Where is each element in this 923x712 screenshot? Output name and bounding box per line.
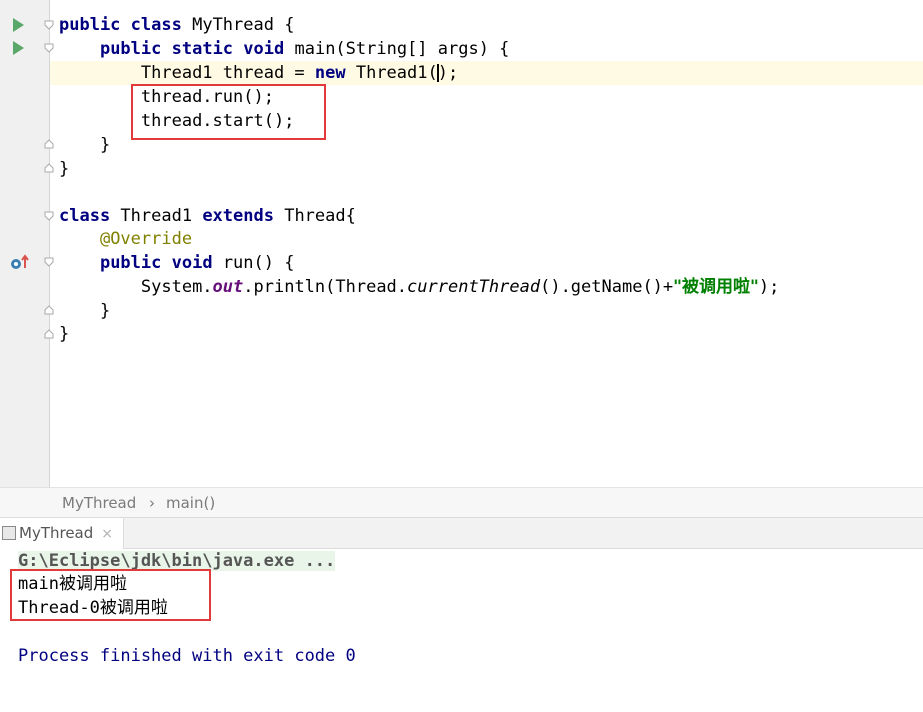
- fold-icon[interactable]: [44, 20, 54, 30]
- process-finished-message: Process finished with exit code 0: [18, 646, 356, 666]
- code-line[interactable]: class Thread1 extends Thread{: [59, 204, 356, 228]
- code-line[interactable]: @Override: [59, 227, 192, 251]
- highlight-box: [10, 569, 211, 621]
- fold-icon[interactable]: [44, 43, 54, 53]
- console-icon: [2, 526, 16, 540]
- breadcrumb-separator: ›: [149, 494, 155, 512]
- code-line[interactable]: public void run() {: [59, 251, 295, 275]
- run-class-icon[interactable]: [13, 18, 24, 32]
- fold-end-icon[interactable]: [44, 163, 54, 173]
- code-line[interactable]: System.out.println(Thread.currentThread(…: [59, 275, 779, 299]
- fold-end-icon[interactable]: [44, 329, 54, 339]
- code-line[interactable]: public static void main(String[] args) {: [59, 37, 509, 61]
- editor-gutter: [0, 0, 54, 487]
- override-method-icon[interactable]: [9, 254, 29, 272]
- breadcrumb-method[interactable]: main(): [166, 494, 215, 512]
- code-line[interactable]: Thread1 thread = new Thread1();: [59, 61, 458, 85]
- run-tool-window-tabs: MyThread ×: [0, 518, 923, 549]
- fold-end-icon[interactable]: [44, 305, 54, 315]
- breadcrumb-class[interactable]: MyThread: [62, 494, 136, 512]
- fold-icon[interactable]: [44, 257, 54, 267]
- fold-end-icon[interactable]: [44, 139, 54, 149]
- breadcrumb: MyThread › main(): [0, 487, 923, 518]
- code-editor[interactable]: public class MyThread { public static vo…: [0, 0, 923, 487]
- tab-mythread[interactable]: MyThread ×: [0, 518, 125, 549]
- highlight-box: [131, 84, 326, 140]
- code-line[interactable]: }: [59, 299, 110, 323]
- run-main-icon[interactable]: [13, 41, 24, 55]
- code-line[interactable]: }: [59, 133, 110, 157]
- console-output[interactable]: G:\Eclipse\jdk\bin\java.exe ... main被调用啦…: [0, 549, 923, 712]
- code-line[interactable]: }: [59, 157, 69, 181]
- code-line[interactable]: public class MyThread {: [59, 13, 294, 37]
- code-line[interactable]: }: [59, 322, 69, 346]
- fold-icon[interactable]: [44, 211, 54, 221]
- close-icon[interactable]: ×: [101, 526, 113, 542]
- tab-label: MyThread: [19, 524, 94, 542]
